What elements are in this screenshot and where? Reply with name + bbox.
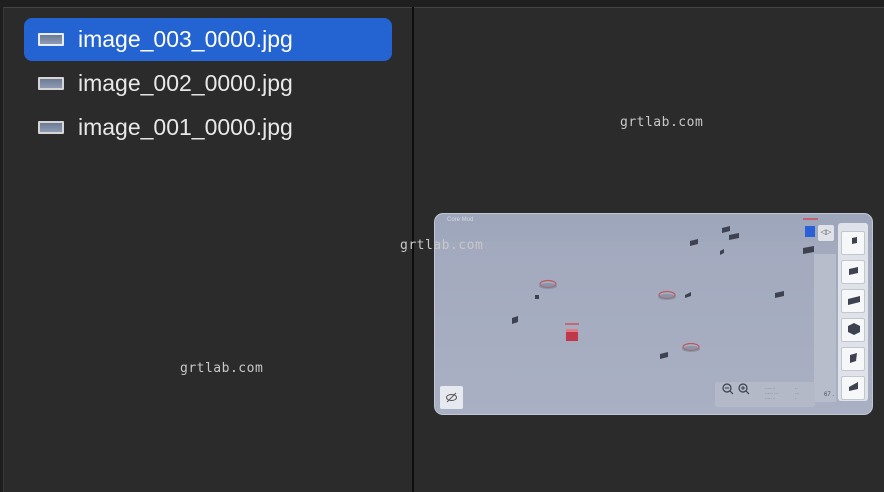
cube-icon bbox=[852, 237, 857, 244]
watermark: grtlab.com bbox=[400, 238, 484, 253]
zoom-in-icon[interactable] bbox=[737, 382, 751, 396]
zoom-stats-values: ·· ··· · bbox=[795, 386, 799, 401]
image-file-icon bbox=[38, 77, 64, 90]
file-item-image-001[interactable]: image_001_0000.jpg bbox=[24, 106, 392, 149]
window-top-border bbox=[0, 0, 884, 8]
block-icon bbox=[849, 267, 858, 275]
hexagon-icon bbox=[848, 323, 860, 335]
file-item-image-002[interactable]: image_002_0000.jpg bbox=[24, 62, 392, 105]
panel-scroll-strip bbox=[814, 254, 836, 402]
preview-corner-text: 67 . bbox=[823, 392, 834, 398]
file-item-image-003[interactable]: image_003_0000.jpg bbox=[24, 18, 392, 61]
zoom-out-icon[interactable] bbox=[721, 382, 735, 396]
file-name: image_001_0000.jpg bbox=[78, 114, 293, 140]
image-file-icon bbox=[38, 33, 64, 46]
file-name: image_003_0000.jpg bbox=[78, 26, 293, 52]
visibility-toggle-button[interactable] bbox=[440, 386, 463, 409]
tool-ramp[interactable] bbox=[841, 376, 865, 400]
wedge-icon bbox=[850, 353, 857, 363]
image-file-icon bbox=[38, 121, 64, 134]
tool-cube-small[interactable] bbox=[841, 231, 865, 255]
file-list: image_003_0000.jpg image_002_0000.jpg im… bbox=[24, 18, 392, 150]
ramp-icon bbox=[849, 382, 858, 391]
tool-wedge[interactable] bbox=[841, 347, 865, 371]
watermark: grtlab.com bbox=[620, 115, 704, 130]
tool-block-long[interactable] bbox=[841, 289, 865, 313]
image-preview-thumbnail[interactable]: Core Mod ◁▷ ····· ·· ······ ··· ····· ··… bbox=[434, 213, 873, 415]
zoom-panel: ····· ·· ······ ··· ····· ·· ·· ··· · bbox=[715, 382, 815, 407]
tool-hexagon[interactable] bbox=[841, 318, 865, 342]
tool-cube-flat[interactable] bbox=[841, 260, 865, 284]
slab-icon bbox=[848, 296, 860, 305]
watermark: grtlab.com bbox=[180, 361, 264, 376]
file-name: image_002_0000.jpg bbox=[78, 70, 293, 96]
shape-toolbar bbox=[838, 223, 868, 401]
file-list-pane: image_003_0000.jpg image_002_0000.jpg im… bbox=[4, 8, 412, 492]
eye-off-icon bbox=[446, 392, 457, 403]
collapse-panel-button[interactable]: ◁▷ bbox=[818, 225, 834, 241]
zoom-stats: ····· ·· ······ ··· ····· ·· bbox=[765, 386, 779, 401]
